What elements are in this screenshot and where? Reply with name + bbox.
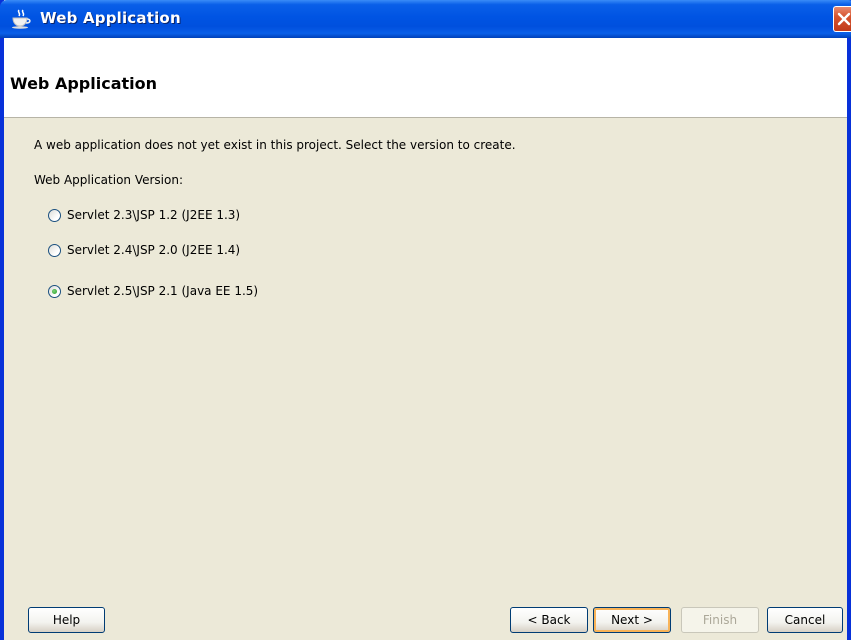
back-button[interactable]: < Back: [510, 607, 588, 633]
cancel-button[interactable]: Cancel: [767, 607, 843, 633]
help-button[interactable]: Help: [28, 607, 105, 633]
dialog-window: Web Application Web Application A web ap…: [0, 0, 851, 640]
page-title: Web Application: [10, 74, 158, 93]
finish-button[interactable]: Finish: [681, 607, 759, 633]
radio-option-servlet-2-5[interactable]: Servlet 2.5\JSP 2.1 (Java EE 1.5): [48, 284, 258, 298]
wizard-content: A web application does not yet exist in …: [4, 118, 847, 588]
radio-label: Servlet 2.5\JSP 2.1 (Java EE 1.5): [67, 284, 259, 298]
description-text: A web application does not yet exist in …: [34, 138, 516, 152]
radio-option-servlet-2-4[interactable]: Servlet 2.4\JSP 2.0 (J2EE 1.4): [48, 243, 240, 257]
title-bar[interactable]: Web Application: [0, 0, 851, 38]
radio-option-servlet-2-3[interactable]: Servlet 2.3\JSP 1.2 (J2EE 1.3): [48, 208, 240, 222]
radio-label: Servlet 2.3\JSP 1.2 (J2EE 1.3): [67, 208, 241, 222]
close-button[interactable]: [833, 6, 851, 32]
radio-label: Servlet 2.4\JSP 2.0 (J2EE 1.4): [67, 243, 241, 257]
next-button[interactable]: Next >: [593, 607, 671, 633]
window-title: Web Application: [40, 9, 181, 27]
radio-button[interactable]: [48, 208, 61, 222]
coffee-cup-icon: [10, 9, 32, 29]
wizard-header: Web Application: [4, 38, 847, 118]
version-label: Web Application Version:: [34, 173, 184, 187]
radio-button[interactable]: [48, 243, 61, 257]
radio-button-selected[interactable]: [48, 284, 61, 298]
